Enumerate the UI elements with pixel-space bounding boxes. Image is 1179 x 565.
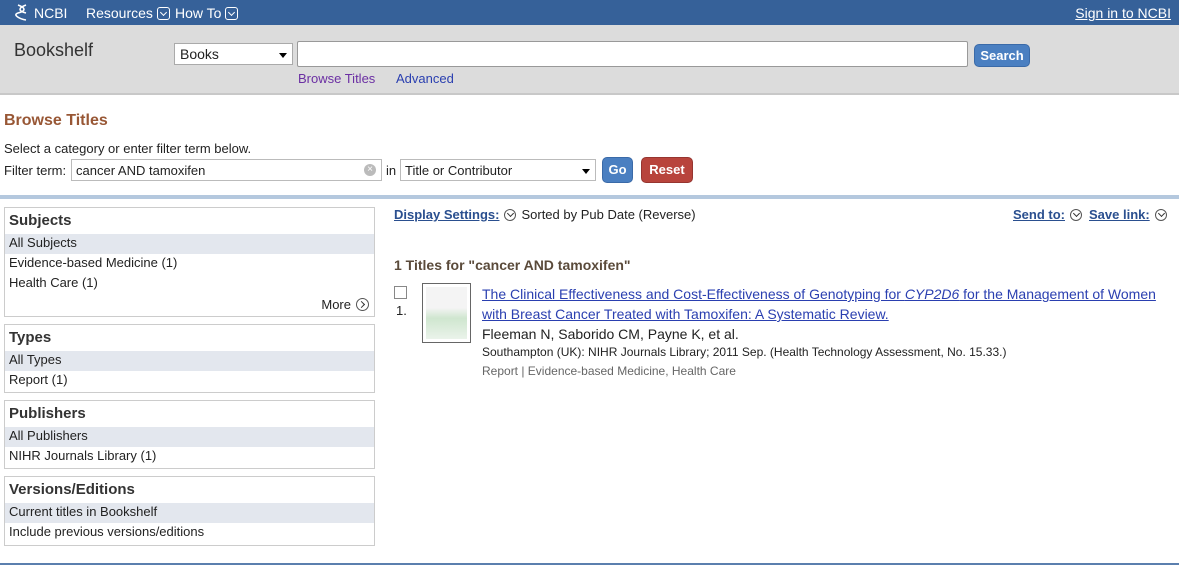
more-label: More (321, 297, 351, 312)
facet-item-nihr-journals-library[interactable]: NIHR Journals Library (1) (5, 447, 374, 467)
field-select-value: Title or Contributor (405, 163, 513, 178)
dropdown-arrow-icon (582, 169, 590, 174)
result-title-link[interactable]: The Clinical Effectiveness and Cost-Effe… (482, 284, 1172, 324)
chevron-down-icon[interactable] (1154, 208, 1167, 221)
send-to[interactable]: Send to: (1013, 207, 1082, 222)
ncbi-logo-text: NCBI (34, 4, 68, 21)
facet-publishers: Publishers All Publishers NIHR Journals … (4, 400, 375, 469)
go-button[interactable]: Go (602, 157, 633, 183)
send-to-link[interactable]: Send to: (1013, 207, 1065, 222)
facet-item-all-types[interactable]: All Types (5, 351, 374, 371)
facet-item-all-subjects[interactable]: All Subjects (5, 234, 374, 254)
facet-item-current-titles[interactable]: Current titles in Bookshelf (5, 503, 374, 523)
chevron-down-icon[interactable] (504, 208, 517, 221)
result-count: 1 Titles for "cancer AND tamoxifen" (394, 257, 631, 273)
database-select-value: Books (180, 46, 219, 62)
result-citation: Southampton (UK): NIHR Journals Library;… (482, 345, 1007, 359)
result-title-pre: The Clinical Effectiveness and Cost-Effe… (482, 286, 905, 302)
sign-in-link[interactable]: Sign in to NCBI (1075, 5, 1171, 21)
filter-label: Filter term: (4, 163, 67, 178)
in-label: in (386, 163, 397, 178)
result-meta: Report | Evidence-based Medicine, Health… (482, 364, 736, 378)
facet-item-all-publishers[interactable]: All Publishers (5, 427, 374, 447)
ncbi-topbar: NCBI Resources How To Sign in to NCBI (0, 0, 1179, 25)
facet-versions: Versions/Editions Current titles in Book… (4, 476, 375, 546)
resources-menu[interactable]: Resources (86, 5, 170, 21)
resources-menu-label: Resources (86, 5, 153, 21)
clear-icon[interactable]: × (364, 164, 376, 176)
facet-item-previous-versions[interactable]: Include previous versions/editions (5, 523, 374, 543)
result-checkbox[interactable] (394, 286, 407, 299)
ncbi-logo[interactable]: NCBI (14, 4, 67, 21)
facet-types: Types All Types Report (1) (4, 324, 375, 393)
instructions: Select a category or enter filter term b… (4, 141, 252, 156)
filter-input[interactable]: cancer AND tamoxifen × (71, 159, 382, 181)
browse-titles-link[interactable]: Browse Titles (298, 71, 375, 86)
chevron-right-icon (356, 298, 369, 311)
facet-item-report[interactable]: Report (1) (5, 371, 374, 391)
database-select[interactable]: Books (174, 43, 293, 65)
dropdown-arrow-icon (279, 53, 287, 58)
facet-item-health-care[interactable]: Health Care (1) (5, 274, 374, 294)
book-cover-image (426, 287, 467, 339)
result-number: 1. (396, 303, 407, 318)
chevron-down-icon[interactable] (1070, 208, 1082, 221)
how-to-menu[interactable]: How To (175, 5, 239, 21)
search-button[interactable]: Search (974, 44, 1030, 67)
more-subjects-link[interactable]: More (321, 297, 369, 312)
search-input[interactable] (297, 41, 968, 67)
reset-button[interactable]: Reset (641, 157, 693, 183)
facet-title: Subjects (9, 212, 72, 229)
display-settings-link[interactable]: Display Settings: (394, 207, 499, 222)
search-header: Bookshelf Books Search Browse Titles Adv… (0, 25, 1179, 95)
chevron-down-icon (156, 6, 170, 20)
page-title: Browse Titles (4, 112, 108, 129)
facet-title: Publishers (9, 405, 86, 422)
app-name: Bookshelf (14, 40, 94, 60)
facet-title: Types (9, 329, 52, 346)
how-to-menu-label: How To (175, 5, 222, 21)
sort-label: Sorted by Pub Date (Reverse) (521, 207, 696, 222)
ncbi-helix-icon (15, 4, 27, 21)
result-authors: Fleeman N, Saborido CM, Payne K, et al. (482, 326, 739, 342)
facet-item-evidence-based-medicine[interactable]: Evidence-based Medicine (1) (5, 254, 374, 274)
divider (0, 195, 1179, 199)
save-link-label[interactable]: Save link: (1089, 207, 1150, 222)
field-select[interactable]: Title or Contributor (400, 159, 596, 181)
display-settings[interactable]: Display Settings: Sorted by Pub Date (Re… (394, 207, 696, 222)
facet-subjects: Subjects All Subjects Evidence-based Med… (4, 207, 375, 317)
advanced-search-link[interactable]: Advanced (396, 71, 454, 86)
save-link[interactable]: Save link: (1089, 207, 1167, 222)
filter-input-value: cancer AND tamoxifen (76, 163, 206, 178)
result-title-gene: CYP2D6 (904, 286, 960, 302)
chevron-down-icon (225, 6, 239, 20)
book-cover-thumbnail[interactable] (422, 283, 471, 343)
facet-title: Versions/Editions (9, 481, 135, 498)
